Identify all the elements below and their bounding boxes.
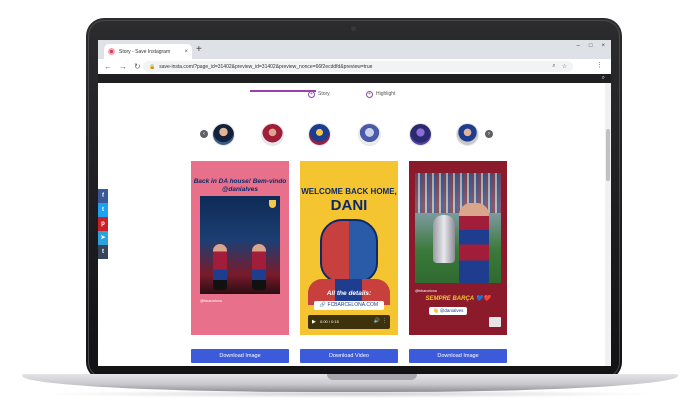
plus-circle-icon: +: [366, 90, 373, 98]
highlight-avatar[interactable]: [308, 123, 331, 146]
video-controls: ▶ 0:00 / 0:15 🔊 ⋮: [308, 315, 390, 329]
telegram-share-button[interactable]: ➤: [98, 231, 108, 245]
page-content: + Story + Highlight ‹ › f t p ➤ t Back i…: [98, 83, 611, 366]
story-handle: @fcbarcelona: [415, 289, 437, 293]
player-figure: [459, 203, 489, 283]
download-image-button[interactable]: Download Image: [409, 349, 507, 363]
volume-icon[interactable]: 🔊: [374, 318, 380, 324]
browser-toolbar: ← → ↻ 🔒 save-insta.com/?page_id=31402&pr…: [98, 59, 611, 74]
webcam: [351, 26, 356, 31]
browser-window: Story - Save Instagram × + – □ × ← → ↻ 🔒…: [98, 40, 611, 366]
mention-sticker: 👋 @danialves: [429, 307, 468, 315]
story-headline-name: DANI: [330, 197, 368, 214]
highlight-carousel: ‹ ›: [200, 123, 500, 147]
highlight-avatar[interactable]: [358, 123, 381, 146]
stadium-crowd: [415, 173, 501, 213]
gift-sticker-icon: [489, 317, 501, 327]
story-tabs: + Story + Highlight: [298, 87, 418, 105]
highlight-avatar[interactable]: [212, 123, 235, 146]
more-options-icon[interactable]: ⋮: [382, 318, 387, 324]
tab-story-label: Story: [318, 91, 330, 97]
facebook-share-button[interactable]: f: [98, 189, 108, 203]
laptop-notch: [327, 374, 417, 380]
story-card-2: WELCOME BACK HOME, DANI All the details:…: [300, 161, 398, 335]
player-figure: [252, 244, 266, 290]
download-image-button[interactable]: Download Image: [191, 349, 289, 363]
tab-highlight[interactable]: + Highlight: [366, 87, 395, 101]
favicon-icon: [108, 48, 115, 55]
player-figure: [213, 244, 227, 290]
site-header: ⌕: [98, 74, 611, 83]
story-card-3: @fcbarcelona SEMPRE BARÇA 💙❤️ 👋 @danialv…: [409, 161, 507, 335]
reload-icon[interactable]: ↻: [134, 62, 141, 72]
window-controls: – □ ×: [577, 43, 605, 49]
forward-icon[interactable]: →: [119, 62, 127, 72]
play-icon[interactable]: ▶: [312, 319, 316, 325]
carousel-next-button[interactable]: ›: [485, 130, 493, 138]
tab-close-icon[interactable]: ×: [184, 49, 188, 55]
active-tab-indicator: [250, 90, 316, 92]
browser-tab[interactable]: Story - Save Instagram ×: [104, 44, 192, 59]
maximize-icon[interactable]: □: [589, 43, 593, 49]
site-search-icon[interactable]: ⌕: [602, 74, 605, 83]
story-headline: WELCOME BACK HOME,: [301, 187, 397, 196]
story-photo: [415, 173, 501, 283]
search-icon[interactable]: ⌕: [552, 63, 555, 70]
story-caption: Back in DA house! Bem-vindo @danialves: [193, 178, 287, 193]
scrollbar-thumb[interactable]: [606, 129, 610, 181]
story-caption: SEMPRE BARÇA 💙❤️: [425, 296, 491, 302]
trophy-image: [433, 215, 455, 263]
bookmark-star-icon[interactable]: ☆: [562, 63, 567, 70]
highlight-avatar[interactable]: [261, 123, 284, 146]
story-photo: [200, 196, 280, 294]
highlight-avatar[interactable]: [456, 123, 479, 146]
share-sidebar: f t p ➤ t: [98, 189, 108, 259]
tab-highlight-label: Highlight: [376, 91, 396, 97]
close-window-icon[interactable]: ×: [601, 43, 605, 49]
minimize-icon[interactable]: –: [577, 43, 580, 49]
portrait-illustration: [320, 219, 378, 283]
lock-icon: 🔒: [149, 63, 156, 70]
back-icon[interactable]: ←: [104, 62, 112, 72]
browser-menu-icon[interactable]: ⋮: [596, 61, 603, 69]
address-bar[interactable]: 🔒 save-insta.com/?page_id=31402&preview_…: [143, 61, 573, 72]
tab-bar: Story - Save Instagram × + – □ ×: [98, 40, 611, 59]
new-tab-button[interactable]: +: [196, 44, 202, 56]
highlight-avatar[interactable]: [409, 123, 432, 146]
tab-title: Story - Save Instagram: [119, 48, 171, 55]
story-card-1: Back in DA house! Bem-vindo @danialves @…: [191, 161, 289, 335]
story-link-sticker: 🔗 FCBARCELONA.COM: [314, 301, 384, 310]
story-handle: @fcbarcelona: [200, 299, 222, 303]
url-text[interactable]: save-insta.com/?page_id=31402&preview_id…: [159, 64, 552, 70]
twitter-share-button[interactable]: t: [98, 203, 108, 217]
tumblr-share-button[interactable]: t: [98, 245, 108, 259]
download-video-button[interactable]: Download Video: [300, 349, 398, 363]
page-scrollbar[interactable]: [605, 83, 611, 366]
club-crest-icon: [269, 200, 276, 208]
video-time: 0:00 / 0:15: [320, 319, 339, 324]
carousel-prev-button[interactable]: ‹: [200, 130, 208, 138]
story-details-text: All the details:: [326, 290, 372, 297]
pinterest-share-button[interactable]: p: [98, 217, 108, 231]
